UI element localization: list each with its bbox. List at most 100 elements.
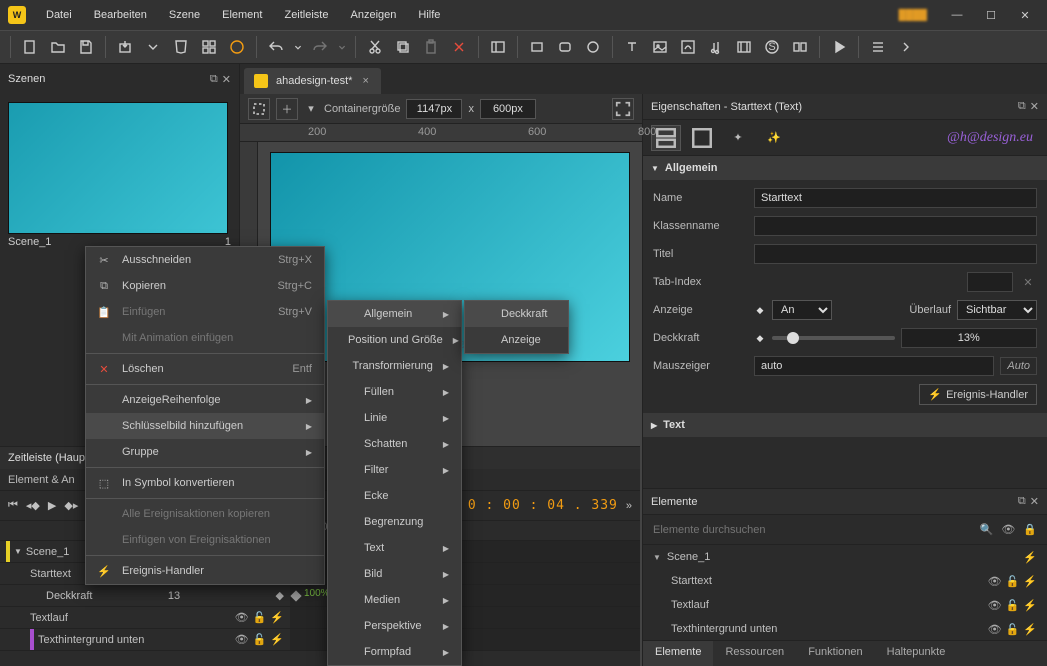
bolt-icon[interactable]: ⚡ xyxy=(270,611,284,624)
opacity-value[interactable] xyxy=(901,328,1038,348)
roundrect-icon[interactable] xyxy=(552,34,578,60)
container-width-input[interactable] xyxy=(406,99,462,119)
container-height-input[interactable] xyxy=(480,99,536,119)
context-menu-item[interactable]: Schlüsselbild hinzufügen▶ xyxy=(86,413,324,439)
context-menu-item[interactable]: ⚡Ereignis-Handler xyxy=(86,558,324,584)
cursor-auto-button[interactable]: Auto xyxy=(1000,357,1037,375)
context-menu-item[interactable]: Begrenzung xyxy=(328,509,461,535)
symbol-icon[interactable]: S xyxy=(759,34,785,60)
context-menu-item[interactable]: Transformierung▶ xyxy=(328,353,461,379)
timeline-row[interactable]: Texthintergrund unten👁🔓⚡ xyxy=(0,629,640,651)
fit-icon[interactable] xyxy=(612,98,634,120)
undo-icon[interactable] xyxy=(263,34,289,60)
eye-icon[interactable]: 👁 xyxy=(988,575,1002,588)
element-row[interactable]: ▼Scene_1⚡ xyxy=(643,545,1047,569)
eye-icon[interactable]: 👁 xyxy=(235,611,249,624)
document-tab[interactable]: ahadesign-test* × xyxy=(244,68,381,94)
elements-tab[interactable]: Funktionen xyxy=(796,641,874,666)
play-icon[interactable]: ▶ xyxy=(48,499,56,512)
title-input[interactable] xyxy=(754,244,1037,264)
eye-icon[interactable]: 👁 xyxy=(1001,523,1015,536)
elements-tab[interactable]: Elemente xyxy=(643,641,713,666)
context-menu-item[interactable]: Text▶ xyxy=(328,535,461,561)
context-menu-item[interactable]: Deckkraft xyxy=(465,301,568,327)
bolt-icon[interactable]: ⚡ xyxy=(1023,551,1037,564)
elements-search-input[interactable] xyxy=(653,524,972,536)
save-icon[interactable] xyxy=(73,34,99,60)
prop-tab-wand-icon[interactable]: ✦ xyxy=(723,125,753,151)
element-row[interactable]: Texthintergrund unten👁🔓⚡ xyxy=(643,617,1047,641)
context-menu-item[interactable]: AnzeigeReihenfolge▶ xyxy=(86,387,324,413)
keyframe-diamond-icon[interactable]: ◆ xyxy=(754,333,766,344)
paste-icon[interactable] xyxy=(418,34,444,60)
timeline-row[interactable]: Textlauf👁🔓⚡ xyxy=(0,607,640,629)
context-menu-item[interactable]: Füllen▶ xyxy=(328,379,461,405)
panel-dup-icon[interactable]: ⧉ xyxy=(210,73,218,86)
eye-icon[interactable]: 👁 xyxy=(235,633,249,646)
window-maximize[interactable]: ☐ xyxy=(977,5,1005,25)
menu-bearbeiten[interactable]: Bearbeiten xyxy=(84,5,157,25)
bolt-icon[interactable]: ⚡ xyxy=(270,633,284,646)
video-icon[interactable] xyxy=(731,34,757,60)
grid-icon[interactable] xyxy=(196,34,222,60)
clear-icon[interactable]: ✕ xyxy=(1019,276,1037,289)
goto-start-icon[interactable]: ⏮ xyxy=(8,499,18,512)
panel-close-icon[interactable]: ✕ xyxy=(1030,100,1039,113)
classname-input[interactable] xyxy=(754,216,1037,236)
prop-tab-fx-icon[interactable]: ✨ xyxy=(759,125,789,151)
panel-dup-icon[interactable]: ⧉ xyxy=(1018,100,1026,113)
lock-icon[interactable]: 🔓 xyxy=(253,633,267,646)
ellipse-icon[interactable] xyxy=(580,34,606,60)
opacity-slider[interactable] xyxy=(772,336,895,340)
eye-icon[interactable]: 👁 xyxy=(988,623,1002,636)
display-select[interactable]: An xyxy=(772,300,832,320)
svg-icon[interactable] xyxy=(675,34,701,60)
copy-icon[interactable] xyxy=(390,34,416,60)
keyframe-diamond-icon[interactable]: ◆ xyxy=(276,589,284,602)
context-menu-item[interactable]: Perspektive▶ xyxy=(328,613,461,639)
shape-icon[interactable] xyxy=(787,34,813,60)
align-icon[interactable] xyxy=(865,34,891,60)
context-menu-item[interactable]: ⬚In Symbol konvertieren xyxy=(86,470,324,496)
context-menu-item[interactable]: Bild▶ xyxy=(328,561,461,587)
prev-key-icon[interactable]: ◂◆ xyxy=(26,499,40,512)
context-menu-item[interactable]: Formpfad▶ xyxy=(328,639,461,665)
timeline-more-icon[interactable]: » xyxy=(626,500,632,512)
elements-tab[interactable]: Haltepunkte xyxy=(875,641,958,666)
context-menu-item[interactable]: Schatten▶ xyxy=(328,431,461,457)
redo-dropdown-icon[interactable] xyxy=(335,34,349,60)
image-icon[interactable] xyxy=(647,34,673,60)
menu-element[interactable]: Element xyxy=(212,5,272,25)
panel-dup-icon[interactable]: ⧉ xyxy=(1018,495,1026,508)
lock-icon[interactable]: 🔓 xyxy=(253,611,267,624)
context-menu-item[interactable]: ⧉KopierenStrg+C xyxy=(86,273,324,299)
tabindex-input[interactable] xyxy=(967,272,1013,292)
panel-close-icon[interactable]: ✕ xyxy=(1030,495,1039,508)
lock-icon[interactable]: 🔒 xyxy=(1023,523,1037,536)
element-row[interactable]: Textlauf👁🔓⚡ xyxy=(643,593,1047,617)
cursor-input[interactable] xyxy=(754,356,994,376)
lock-icon[interactable]: 🔓 xyxy=(1006,599,1020,612)
search-icon[interactable]: 🔍 xyxy=(980,523,994,536)
keyframe-diamond-icon[interactable]: ◆ xyxy=(754,305,766,316)
bolt-icon[interactable]: ⚡ xyxy=(1023,599,1037,612)
lock-icon[interactable]: 🔓 xyxy=(1006,575,1020,588)
event-handler-button[interactable]: ⚡Ereignis-Handler xyxy=(919,384,1037,405)
context-menu-item[interactable]: Anzeige xyxy=(465,327,568,353)
chevron-right-icon[interactable]: ▶ xyxy=(651,421,657,430)
menu-szene[interactable]: Szene xyxy=(159,5,210,25)
audio-icon[interactable] xyxy=(703,34,729,60)
element-row[interactable]: Starttext👁🔓⚡ xyxy=(643,569,1047,593)
document-tab-close-icon[interactable]: × xyxy=(360,75,370,87)
html5-icon[interactable] xyxy=(168,34,194,60)
context-menu-item[interactable]: Medien▶ xyxy=(328,587,461,613)
timeline-row[interactable]: Deckkraft13◆100% xyxy=(0,585,640,607)
overflow-select[interactable]: Sichtbar xyxy=(957,300,1037,320)
panel-close-icon[interactable]: ✕ xyxy=(222,73,231,86)
lock-icon[interactable]: 🔓 xyxy=(1006,623,1020,636)
export-icon[interactable] xyxy=(112,34,138,60)
add-icon[interactable]: ＋ xyxy=(276,98,298,120)
context-menu-item[interactable]: Filter▶ xyxy=(328,457,461,483)
redo-icon[interactable] xyxy=(307,34,333,60)
new-file-icon[interactable] xyxy=(17,34,43,60)
